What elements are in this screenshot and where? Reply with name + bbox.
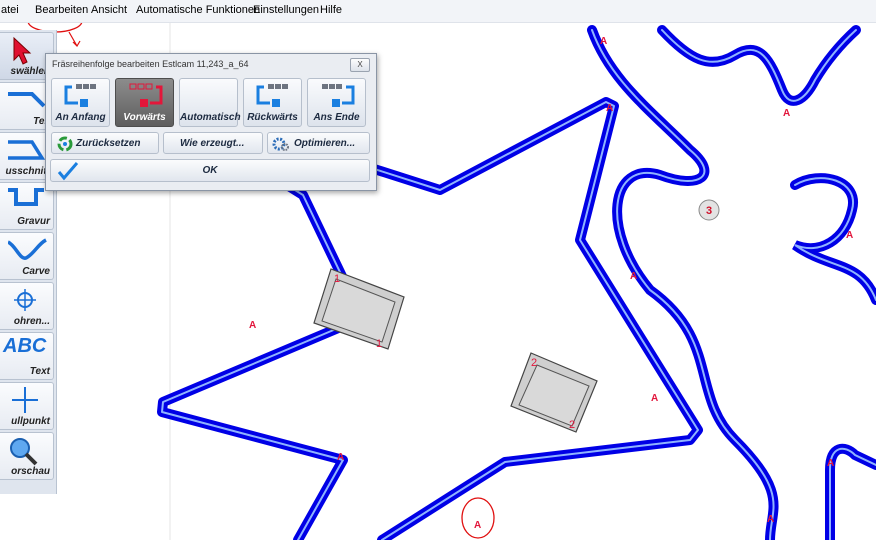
menu-bar: atei Bearbeiten Ansicht Automatische Fun…: [0, 0, 876, 23]
menu-einstellungen[interactable]: Einstellungen: [253, 4, 319, 16]
part-outline-icon: [8, 92, 46, 108]
button-label: Ans Ende: [313, 112, 360, 123]
zero-point-icon: [12, 387, 38, 413]
menu-automatische-funktionen[interactable]: Automatische Funktionen: [136, 4, 260, 16]
tool-label: Gravur: [17, 216, 50, 227]
tool-label: Carve: [22, 266, 50, 277]
to-start-button[interactable]: An Anfang: [51, 78, 110, 127]
path-marker: A: [337, 452, 344, 463]
automatic-button[interactable]: Automatisch: [179, 78, 241, 127]
ok-button[interactable]: OK: [50, 159, 370, 182]
backward-button[interactable]: Rückwärts: [243, 78, 302, 127]
tool-text[interactable]: ABC Text: [0, 332, 54, 380]
dialog-title: Fräsreihenfolge bearbeiten Estlcam 11,24…: [52, 59, 249, 69]
tool-bohren[interactable]: ohren...: [0, 282, 54, 330]
dialog-close-button[interactable]: X: [350, 58, 370, 72]
pocket-label: 2: [531, 357, 537, 369]
path-marker: A: [249, 320, 256, 331]
tool-label: usschnitt: [5, 166, 50, 177]
button-label: Wie erzeugt...: [180, 138, 245, 149]
part-number-label: 3: [706, 205, 712, 217]
menu-bearbeiten[interactable]: Bearbeiten: [35, 4, 88, 16]
tool-label: ullpunkt: [11, 416, 50, 427]
tool-label: ohren...: [13, 316, 50, 327]
pocket-2[interactable]: [510, 352, 598, 433]
button-label: An Anfang: [55, 112, 106, 123]
forward-button[interactable]: Vorwärts: [115, 78, 174, 127]
menu-ansicht[interactable]: Ansicht: [91, 4, 127, 16]
engrave-icon: [8, 188, 44, 206]
path-marker: A: [846, 230, 853, 241]
annotation-arrow: [68, 31, 81, 47]
forward-icon: [129, 83, 163, 107]
button-label: Rückwärts: [247, 112, 298, 123]
path-marker: A: [651, 393, 658, 404]
reset-button[interactable]: Zurücksetzen: [51, 132, 159, 154]
path-marker: A: [827, 458, 834, 469]
how-created-button[interactable]: Wie erzeugt...: [163, 132, 263, 154]
tool-label: orschau: [11, 466, 50, 477]
abc-text-icon: ABC: [3, 335, 47, 357]
pocket-label: 1: [376, 338, 382, 350]
path-marker: A: [767, 514, 774, 525]
tool-label: Text: [29, 366, 50, 377]
backward-icon: [256, 84, 288, 107]
tool-nullpunkt[interactable]: ullpunkt: [0, 382, 54, 430]
reset-icon: [57, 136, 73, 152]
button-label: Vorwärts: [123, 112, 166, 123]
path-marker: A: [630, 271, 637, 282]
menu-datei[interactable]: atei: [1, 4, 19, 16]
pocket-label: 1: [334, 273, 340, 285]
path-marker: A: [783, 108, 790, 119]
milling-order-dialog: Fräsreihenfolge bearbeiten Estlcam 11,24…: [45, 53, 377, 191]
button-label: Zurücksetzen: [76, 138, 141, 149]
cutout-icon: [8, 140, 46, 160]
tool-carve[interactable]: Carve: [0, 232, 54, 280]
to-start-icon: [64, 84, 96, 107]
to-end-icon: [322, 84, 355, 107]
path-marker: A: [474, 520, 481, 531]
pocket-label: 2: [569, 419, 575, 431]
to-end-button[interactable]: Ans Ende: [307, 78, 366, 127]
button-label: OK: [202, 165, 218, 176]
path-marker: A: [606, 103, 613, 114]
carve-icon: [8, 238, 47, 260]
magnifier-icon: [10, 438, 38, 466]
path-marker: A: [600, 36, 607, 47]
tool-vorschau[interactable]: orschau: [0, 432, 54, 480]
menu-hilfe[interactable]: Hilfe: [320, 4, 342, 16]
optimize-button[interactable]: Optimieren...: [267, 132, 370, 154]
gear-icon: [272, 137, 289, 151]
cursor-arrow-icon: [13, 36, 32, 65]
drill-target-icon: [14, 289, 36, 311]
annotation-circle-start: [461, 497, 495, 539]
button-label: Optimieren...: [294, 138, 356, 149]
button-label: Automatisch: [180, 112, 241, 123]
